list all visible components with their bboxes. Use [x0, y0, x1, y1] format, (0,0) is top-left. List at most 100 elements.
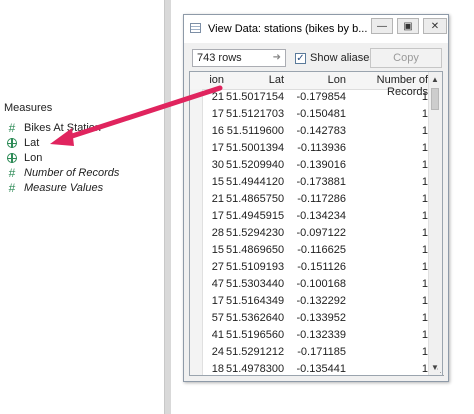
table-cell: 1 — [421, 329, 428, 341]
table-cell: 1 — [421, 261, 428, 273]
pane-divider[interactable] — [164, 0, 171, 414]
resize-grip-icon[interactable]: ⋱ — [436, 367, 445, 378]
table-cell: 51.5294230 — [226, 227, 285, 239]
table-row[interactable]: 41 51.5196560 -0.132339 1 — [190, 327, 430, 344]
table-row[interactable]: 21 51.5017154 -0.179854 1 — [190, 89, 430, 106]
dialog-title: View Data: stations (bikes by b... — [208, 23, 368, 35]
table-cell: 30 — [211, 159, 224, 171]
table-row[interactable]: 16 51.5119600 -0.142783 1 — [190, 123, 430, 140]
maximize-icon: ▣ — [403, 20, 413, 32]
table-cell: -0.171185 — [297, 346, 346, 358]
table-cell: -0.133952 — [296, 312, 346, 324]
measure-number-of-records[interactable]: # Number of Records — [6, 165, 120, 180]
table-cell: 1 — [421, 278, 428, 290]
hash-icon: # — [8, 120, 16, 135]
table-cell: 17 — [211, 295, 224, 307]
table-row[interactable]: 17 51.4945915 -0.134234 1 — [190, 208, 430, 225]
table-cell: -0.117286 — [297, 193, 346, 205]
measure-lat[interactable]: Lat — [6, 135, 39, 150]
table-cell: 1 — [421, 91, 428, 103]
table-cell: 1 — [421, 159, 428, 171]
table-cell: -0.100168 — [296, 278, 346, 290]
table-cell: 1 — [421, 346, 428, 358]
minimize-icon: — — [377, 20, 387, 32]
globe-icon — [6, 137, 18, 149]
table-cell: 51.4944120 — [226, 176, 285, 188]
table-cell: 51.4869650 — [226, 244, 285, 256]
table-cell: -0.139016 — [296, 159, 346, 171]
minimize-button[interactable]: — — [371, 18, 393, 34]
close-button[interactable]: ✕ — [423, 18, 447, 34]
table-cell: 51.5303440 — [226, 278, 285, 290]
measure-label: Lon — [24, 151, 43, 164]
measure-bikes-at-station[interactable]: # Bikes At Station — [6, 120, 101, 135]
vertical-scrollbar[interactable]: ▲ ▼ — [428, 72, 442, 375]
table-cell: 41 — [211, 329, 224, 341]
table-cell: -0.151126 — [297, 261, 346, 273]
column-header[interactable]: ion — [202, 74, 224, 86]
table-cell: 21 — [211, 91, 224, 103]
table-cell: 47 — [211, 278, 224, 290]
maximize-button[interactable]: ▣ — [397, 18, 419, 34]
table-row[interactable]: 30 51.5209940 -0.139016 1 — [190, 157, 430, 174]
table-row[interactable]: 18 51.4978300 -0.135441 1 — [190, 361, 430, 375]
table-row[interactable]: 27 51.5109193 -0.151126 1 — [190, 259, 430, 276]
scroll-up-icon[interactable]: ▲ — [431, 75, 439, 84]
table-cell: -0.116625 — [297, 244, 346, 256]
table-cell: 1 — [421, 176, 428, 188]
table-row[interactable]: 17 51.5164349 -0.132292 1 — [190, 293, 430, 310]
table-cell: 51.5196560 — [226, 329, 285, 341]
table-cell: 15 — [211, 176, 224, 188]
table-icon — [190, 23, 201, 33]
close-icon: ✕ — [430, 20, 440, 32]
table-cell: 51.5164349 — [226, 295, 285, 307]
table-row[interactable]: 17 51.5121703 -0.150481 1 — [190, 106, 430, 123]
table-cell: 1 — [421, 363, 428, 375]
measure-lon[interactable]: Lon — [6, 150, 42, 165]
table-cell: -0.150481 — [296, 108, 346, 120]
table-cell: -0.132339 — [296, 329, 346, 341]
table-cell: 17 — [211, 142, 224, 154]
table-cell: 1 — [421, 295, 428, 307]
table-cell: -0.142783 — [296, 125, 346, 137]
hash-icon: # — [8, 180, 16, 195]
table-cell: 51.5209940 — [226, 159, 285, 171]
rows-count-field[interactable]: 743 rows ➜ — [192, 49, 286, 67]
table-row[interactable]: 28 51.5294230 -0.097122 1 — [190, 225, 430, 242]
table-row[interactable]: 57 51.5362640 -0.133952 1 — [190, 310, 430, 327]
table-cell: 51.5109193 — [226, 261, 285, 273]
table-row[interactable]: 15 51.4869650 -0.116625 1 — [190, 242, 430, 259]
column-header[interactable]: Lat — [226, 74, 284, 86]
table-row[interactable]: 15 51.4944120 -0.173881 1 — [190, 174, 430, 191]
table-cell: -0.173881 — [296, 176, 346, 188]
measure-measure-values[interactable]: # Measure Values — [6, 180, 103, 195]
table-cell: 51.5001394 — [226, 142, 285, 154]
copy-button[interactable]: Copy — [370, 48, 442, 68]
table-cell: -0.135441 — [296, 363, 346, 375]
dialog-titlebar[interactable]: View Data: stations (bikes by b... — ▣ ✕ — [184, 15, 448, 43]
table-cell: 27 — [211, 261, 224, 273]
table-row[interactable]: 21 51.4865750 -0.117286 1 — [190, 191, 430, 208]
table-row[interactable]: 17 51.5001394 -0.113936 1 — [190, 140, 430, 157]
hash-icon: # — [8, 165, 16, 180]
table-row[interactable]: 24 51.5291212 -0.171185 1 — [190, 344, 430, 361]
table-cell: -0.097122 — [296, 227, 346, 239]
measure-label: Number of Records — [24, 166, 120, 179]
table-cell: 21 — [211, 193, 224, 205]
column-header[interactable]: Lon — [286, 74, 346, 86]
show-aliases-checkbox[interactable]: ✓ — [295, 53, 306, 64]
table-cell: 15 — [211, 244, 224, 256]
table-cell: 51.4945915 — [226, 210, 285, 222]
table-cell: 1 — [421, 244, 428, 256]
table-row[interactable]: 47 51.5303440 -0.100168 1 — [190, 276, 430, 293]
scroll-thumb[interactable] — [431, 88, 439, 110]
table-cell: 28 — [211, 227, 224, 239]
globe-icon — [6, 152, 18, 164]
measure-label: Bikes At Station — [24, 121, 102, 134]
table-cell: 1 — [421, 210, 428, 222]
table-cell: -0.132292 — [296, 295, 346, 307]
show-aliases-label[interactable]: Show aliases — [310, 52, 375, 64]
table-cell: 1 — [421, 125, 428, 137]
measure-label: Lat — [24, 136, 40, 149]
arrow-right-icon: ➜ — [272, 52, 281, 63]
